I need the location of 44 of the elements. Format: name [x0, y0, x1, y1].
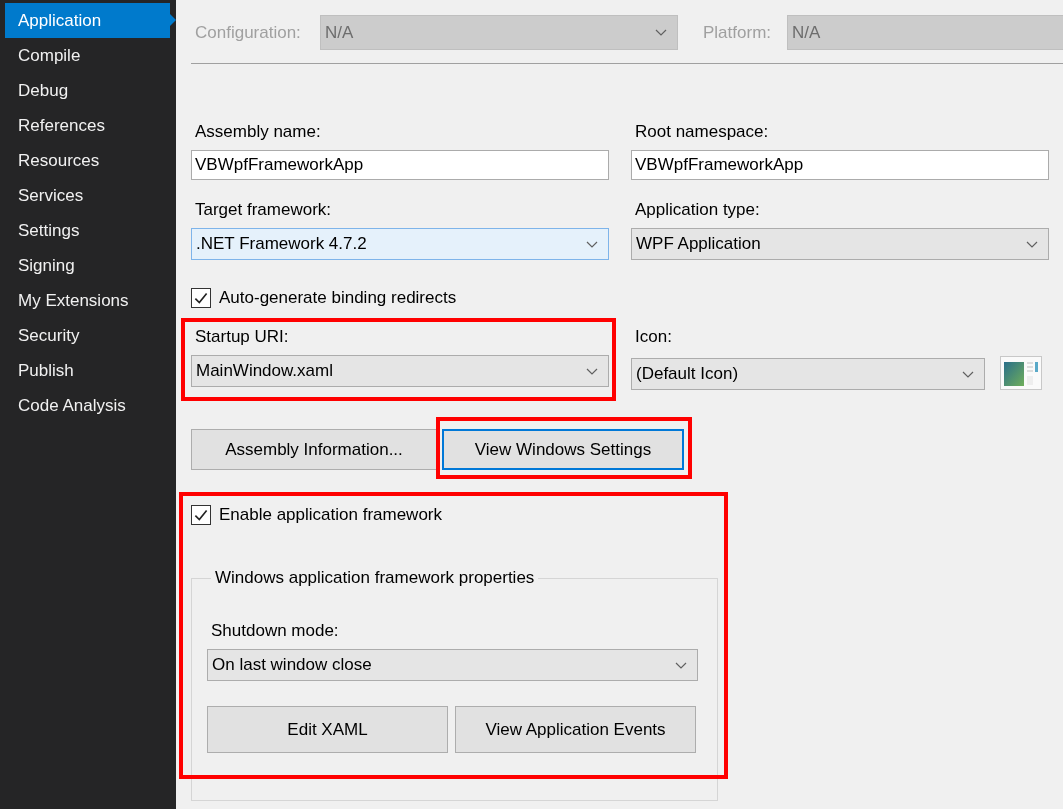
chevron-down-icon: [962, 370, 974, 378]
checkbox[interactable]: [191, 288, 211, 308]
dropdown[interactable]: MainWindow.xaml: [191, 355, 609, 387]
window-icon: [1000, 356, 1042, 390]
checkbox-label: Auto-generate binding redirects: [219, 288, 457, 308]
sidebar-item[interactable]: Debug: [5, 73, 176, 108]
group-title: Windows application framework properties: [214, 568, 536, 588]
field-label: Target framework:: [195, 200, 332, 220]
field-label: Shutdown mode:: [211, 621, 340, 641]
dropdown[interactable]: WPF Application: [631, 228, 1049, 260]
text-field[interactable]: VBWpfFrameworkApp: [631, 150, 1049, 180]
sidebar-item[interactable]: Resources: [5, 143, 176, 178]
checkbox[interactable]: [191, 505, 211, 525]
button[interactable]: Edit XAML: [207, 706, 448, 753]
field-label: Assembly name:: [195, 122, 321, 142]
field-label: Icon:: [635, 327, 672, 347]
sidebar-item[interactable]: Services: [5, 178, 176, 213]
sidebar-item[interactable]: Application: [5, 3, 176, 38]
chevron-down-icon: [655, 29, 667, 36]
dropdown[interactable]: On last window close: [207, 649, 698, 681]
sidebar-item[interactable]: Security: [5, 318, 176, 353]
dropdown[interactable]: (Default Icon): [631, 358, 985, 390]
sidebar-item[interactable]: Publish: [5, 353, 176, 388]
field-label: Platform:: [703, 22, 773, 43]
field-label: Root namespace:: [635, 122, 769, 142]
sidebar-item[interactable]: My Extensions: [5, 283, 176, 318]
chevron-down-icon: [586, 240, 598, 248]
field-label: Application type:: [635, 200, 760, 220]
chevron-down-icon: [675, 661, 687, 669]
dropdown[interactable]: .NET Framework 4.7.2: [191, 228, 609, 260]
sidebar-item[interactable]: References: [5, 108, 176, 143]
sidebar-item[interactable]: Code Analysis: [5, 388, 176, 423]
chevron-down-icon: [1026, 240, 1038, 248]
checkbox-label: Enable application framework: [219, 505, 442, 525]
field-label: Startup URI:: [195, 327, 289, 347]
chevron-down-icon: [586, 367, 598, 375]
text-field[interactable]: VBWpfFrameworkApp: [191, 150, 609, 180]
button[interactable]: View Windows Settings: [442, 429, 684, 470]
button[interactable]: Assembly Information...: [191, 429, 437, 470]
field-label: Configuration:: [195, 22, 302, 43]
button[interactable]: View Application Events: [455, 706, 696, 753]
sidebar-item[interactable]: Compile: [5, 38, 176, 73]
sidebar-item[interactable]: Signing: [5, 248, 176, 283]
sidebar-item[interactable]: Settings: [5, 213, 176, 248]
